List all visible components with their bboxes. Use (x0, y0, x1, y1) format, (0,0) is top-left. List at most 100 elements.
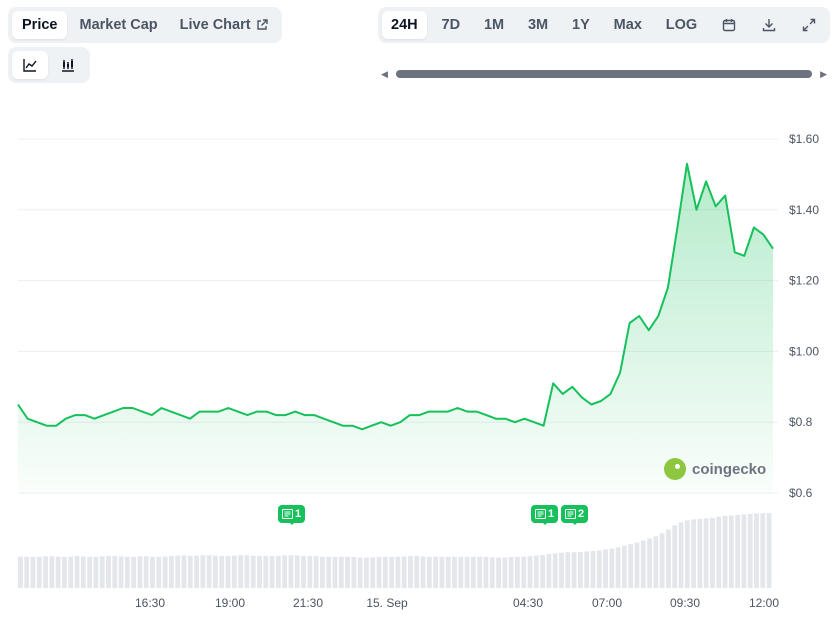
volume-bar (452, 556, 457, 588)
x-tick-label: 04:30 (513, 596, 543, 610)
candlestick-chart-button[interactable] (50, 51, 86, 79)
range-1m-button[interactable]: 1M (475, 11, 513, 39)
volume-bar (332, 556, 338, 588)
time-scrollbar[interactable]: ◀ ▶ (380, 68, 828, 80)
volume-bar (250, 555, 256, 588)
y-tick-label: $1.00 (789, 344, 819, 358)
line-chart-icon (23, 59, 37, 72)
volume-bar (433, 556, 439, 588)
volume-bar (728, 515, 734, 588)
volume-bar (483, 556, 489, 588)
scroll-left-icon[interactable]: ◀ (381, 69, 388, 79)
scrollbar-thumb[interactable] (396, 70, 812, 78)
volume-bar (464, 556, 470, 588)
volume-bar (527, 556, 533, 588)
volume-bar (596, 550, 602, 588)
tab-price[interactable]: Price (12, 11, 68, 39)
tab-market-cap[interactable]: Market Cap (69, 11, 167, 39)
volume-bar (87, 556, 92, 588)
chart-type-tabs (8, 47, 90, 83)
volume-bar (653, 536, 659, 588)
volume-bar (345, 556, 350, 588)
volume-bar (150, 556, 155, 588)
volume-bar (137, 556, 143, 588)
volume-bar (445, 556, 451, 588)
range-tabs: 24H 7D 1M 3M 1Y Max LOG (378, 7, 830, 43)
volume-bar (43, 556, 48, 588)
volume-bar (294, 555, 300, 588)
y-tick-label: $0.8 (789, 415, 813, 429)
volume-bar (634, 542, 640, 588)
volume-bar (338, 556, 344, 588)
x-tick-label: 09:30 (670, 596, 700, 610)
x-tick-label: 07:00 (592, 596, 622, 610)
volume-bar (118, 556, 124, 588)
volume-bar (502, 557, 508, 588)
volume-bar (187, 555, 193, 588)
tab-live-chart-label: Live Chart (179, 17, 251, 33)
news-icon (282, 509, 293, 519)
volume-bar (99, 556, 105, 588)
volume-bar (565, 552, 571, 588)
volume-bar (559, 552, 564, 588)
volume-bar (313, 556, 319, 588)
volume-bar (747, 513, 753, 588)
log-scale-button[interactable]: LOG (657, 11, 706, 39)
line-chart-button[interactable] (12, 51, 48, 79)
volume-bar (194, 555, 199, 588)
volume-bar (401, 556, 407, 588)
range-3m-button[interactable]: 3M (519, 11, 557, 39)
candlestick-chart-icon (62, 59, 74, 72)
range-7d-button[interactable]: 7D (433, 11, 470, 39)
volume-bar (577, 552, 583, 588)
range-max-button[interactable]: Max (605, 11, 651, 39)
volume-bar (716, 516, 722, 588)
volume-bar (395, 556, 401, 588)
volume-bar (326, 556, 332, 588)
volume-bar (175, 555, 181, 588)
y-tick-label: $1.60 (789, 132, 819, 146)
volume-bar (213, 555, 218, 588)
volume-bar (131, 556, 137, 588)
x-axis-labels: 16:30 19:00 21:30 15. Sep 04:30 07:00 09:30 12:… (135, 596, 779, 610)
volume-bar (162, 556, 168, 588)
volume-bar (710, 517, 715, 588)
volume-bar (320, 556, 325, 588)
volume-bar (24, 556, 30, 588)
event-badge-1-count: 1 (295, 508, 302, 520)
range-24h-button[interactable]: 24H (382, 11, 427, 39)
volume-bar (420, 556, 426, 588)
volume-bar (370, 557, 376, 588)
scroll-right-icon[interactable]: ▶ (820, 69, 827, 79)
volume-bar (55, 556, 61, 588)
volume-bar (540, 555, 545, 588)
watermark-text: coingecko (692, 460, 767, 478)
volume-bar (735, 514, 741, 588)
volume-bar (640, 540, 646, 588)
volume-bar (590, 551, 596, 588)
download-button[interactable] (752, 11, 786, 39)
fullscreen-button[interactable] (792, 11, 826, 39)
volume-bar (275, 555, 281, 588)
volume-bar (647, 538, 652, 588)
volume-bar (458, 556, 464, 588)
volume-bar (754, 513, 759, 588)
external-link-icon (256, 19, 268, 30)
volume-bar (489, 557, 495, 588)
range-1y-button[interactable]: 1Y (563, 11, 599, 39)
event-badge-2[interactable]: 1 (531, 505, 559, 525)
x-tick-label: 21:30 (293, 596, 323, 610)
event-badge-2-count: 1 (548, 508, 555, 520)
event-badge-3[interactable]: 2 (561, 505, 589, 525)
volume-bar (263, 556, 269, 588)
event-badge-1[interactable]: 1 (278, 505, 306, 525)
volume-bar (471, 556, 476, 588)
price-chart[interactable]: $1.60 $1.40 $1.20 $1.00 $0.8 $0.6 16:30 19:00 2… (0, 0, 836, 620)
volume-bar (62, 556, 67, 588)
tab-live-chart[interactable]: Live Chart (170, 11, 278, 39)
news-icon (535, 509, 546, 519)
volume-bar (376, 556, 382, 588)
calendar-button[interactable] (712, 11, 746, 39)
x-tick-label: 16:30 (135, 596, 165, 610)
volume-bar (219, 556, 225, 588)
